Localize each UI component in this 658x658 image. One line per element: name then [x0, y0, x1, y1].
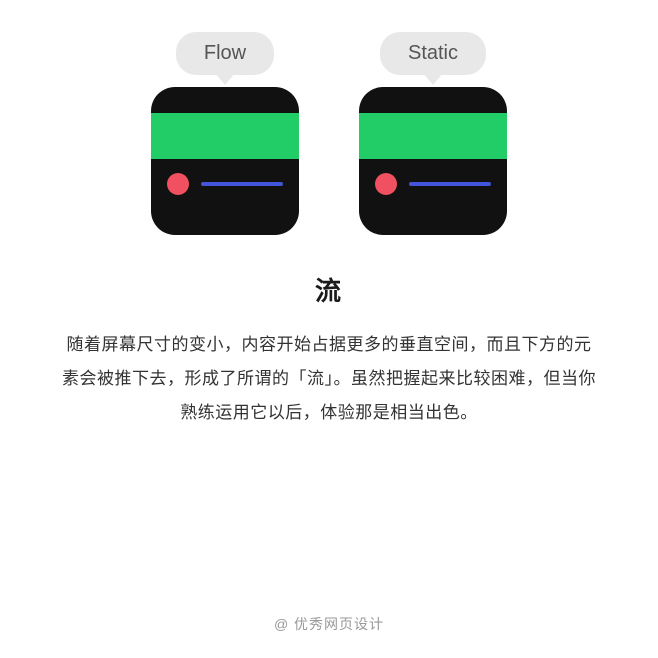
static-bubble: Static [380, 32, 486, 75]
static-bottom-row [359, 159, 507, 195]
flow-diagram: Flow [151, 32, 299, 235]
flow-blue-line [201, 182, 283, 186]
top-diagrams-section: Flow Static [151, 32, 507, 235]
static-green-bar [359, 113, 507, 159]
flow-green-bar [151, 113, 299, 159]
flow-pink-dot [167, 173, 189, 195]
section-title: 流 [315, 271, 343, 308]
static-phone-box [359, 87, 507, 235]
static-blue-line [409, 182, 491, 186]
content-section: 流 随着屏幕尺寸的变小，内容开始占据更多的垂直空间，而且下方的元素会被推下去，形… [0, 271, 658, 430]
section-description: 随着屏幕尺寸的变小，内容开始占据更多的垂直空间，而且下方的元素会被推下去，形成了… [60, 328, 598, 430]
flow-phone-box [151, 87, 299, 235]
flow-bottom-row [151, 159, 299, 195]
flow-bubble: Flow [176, 32, 274, 75]
footer-text: @ 优秀网页设计 [274, 614, 384, 634]
static-pink-dot [375, 173, 397, 195]
flow-label: Flow [204, 42, 246, 64]
static-diagram: Static [359, 32, 507, 235]
static-label: Static [408, 42, 458, 64]
